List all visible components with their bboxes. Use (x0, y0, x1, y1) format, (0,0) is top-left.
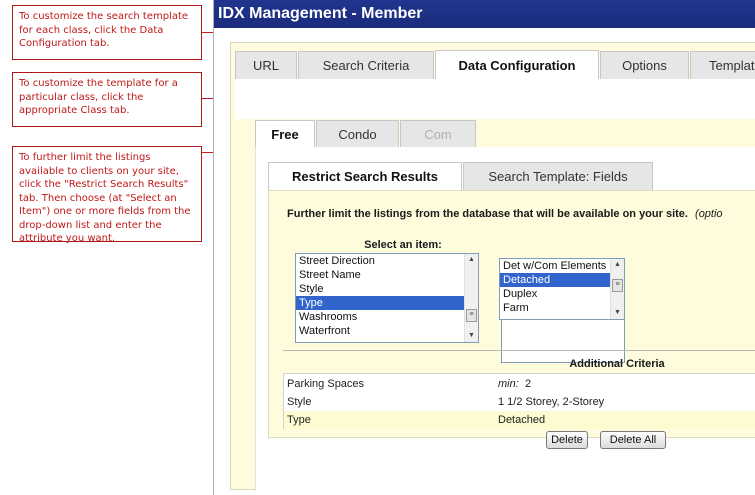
listbox-scrollbar[interactable]: ▲ ≡ ▼ (610, 259, 624, 319)
additional-criteria-table: Parking Spaces min: 2 Style 1 1/2 Storey… (283, 373, 755, 429)
select-item-listbox[interactable]: Street Direction Street Name Style Type … (295, 253, 479, 343)
criteria-qualifier: min: (498, 378, 519, 390)
criteria-value: 2 (525, 378, 532, 390)
app-title: IDX Management - Member (218, 5, 423, 22)
table-row[interactable]: Parking Spaces min: 2 (284, 375, 755, 393)
criteria-field: Type (287, 414, 311, 426)
callout-class-tab: To customize the template for a particul… (12, 72, 202, 127)
tab-class-com[interactable]: Com (400, 120, 476, 148)
criteria-value: Detached (498, 414, 546, 426)
table-row[interactable]: Style 1 1/2 Storey, 2-Storey (284, 393, 755, 411)
tab-content-area (235, 79, 755, 119)
tab-templates[interactable]: Templat (690, 51, 755, 79)
list-item[interactable]: Duplex (500, 287, 624, 301)
scroll-thumb[interactable]: ≡ (466, 309, 477, 322)
scroll-down-icon[interactable]: ▼ (465, 330, 478, 342)
tab-options[interactable]: Options (600, 51, 689, 79)
description-note: (optio (695, 208, 723, 220)
divider (283, 350, 755, 351)
list-item[interactable]: Det w/Com Elements (500, 259, 624, 273)
listbox-scrollbar[interactable]: ▲ ≡ ▼ (464, 254, 478, 342)
tab-restrict-search-results[interactable]: Restrict Search Results (268, 162, 462, 190)
delete-button[interactable]: Delete (546, 431, 588, 449)
tab-url[interactable]: URL (235, 51, 297, 79)
description-main: Further limit the listings from the data… (287, 208, 688, 220)
callout-restrict-results: To further limit the listings available … (12, 146, 202, 244)
list-item[interactable]: Washrooms (296, 310, 478, 324)
select-item-label: Select an item: (364, 239, 442, 251)
additional-criteria-title: Additional Criteria (569, 358, 665, 370)
app-frame: IDX Management - Member URL Search Crite… (213, 0, 755, 495)
criteria-value: 1 1/2 Storey, 2-Storey (498, 396, 605, 408)
tab-search-template-fields[interactable]: Search Template: Fields (463, 162, 653, 190)
list-item-selected[interactable]: Type (296, 296, 478, 310)
list-item[interactable]: Street Direction (296, 254, 478, 268)
list-item[interactable]: Street Name (296, 268, 478, 282)
scroll-thumb[interactable]: ≡ (612, 279, 623, 292)
tab-class-condo[interactable]: Condo (316, 120, 399, 148)
tab-search-criteria[interactable]: Search Criteria (298, 51, 434, 79)
tab-class-free[interactable]: Free (255, 120, 315, 148)
criteria-field: Style (287, 396, 312, 408)
criteria-field: Parking Spaces (287, 378, 365, 390)
list-item[interactable]: Farm (500, 301, 624, 315)
list-item[interactable]: Style (296, 282, 478, 296)
scroll-up-icon[interactable]: ▲ (611, 259, 624, 271)
list-item-selected[interactable]: Detached (500, 273, 624, 287)
tab-data-configuration[interactable]: Data Configuration (435, 50, 599, 80)
callout-data-configuration: To customize the search template for eac… (12, 5, 202, 60)
delete-all-button[interactable]: Delete All (600, 431, 666, 449)
scroll-up-icon[interactable]: ▲ (465, 254, 478, 266)
app-title-bar: IDX Management - Member (214, 0, 755, 28)
description-text: Further limit the listings from the data… (287, 208, 723, 220)
scroll-down-icon[interactable]: ▼ (611, 307, 624, 319)
main-panel: URL Search Criteria Data Configuration O… (230, 42, 755, 491)
attribute-value-listbox[interactable]: Det w/Com Elements Detached Duplex Farm … (499, 258, 625, 320)
table-row-selected[interactable]: Type Detached (284, 411, 755, 429)
list-item[interactable]: Waterfront (296, 324, 478, 338)
